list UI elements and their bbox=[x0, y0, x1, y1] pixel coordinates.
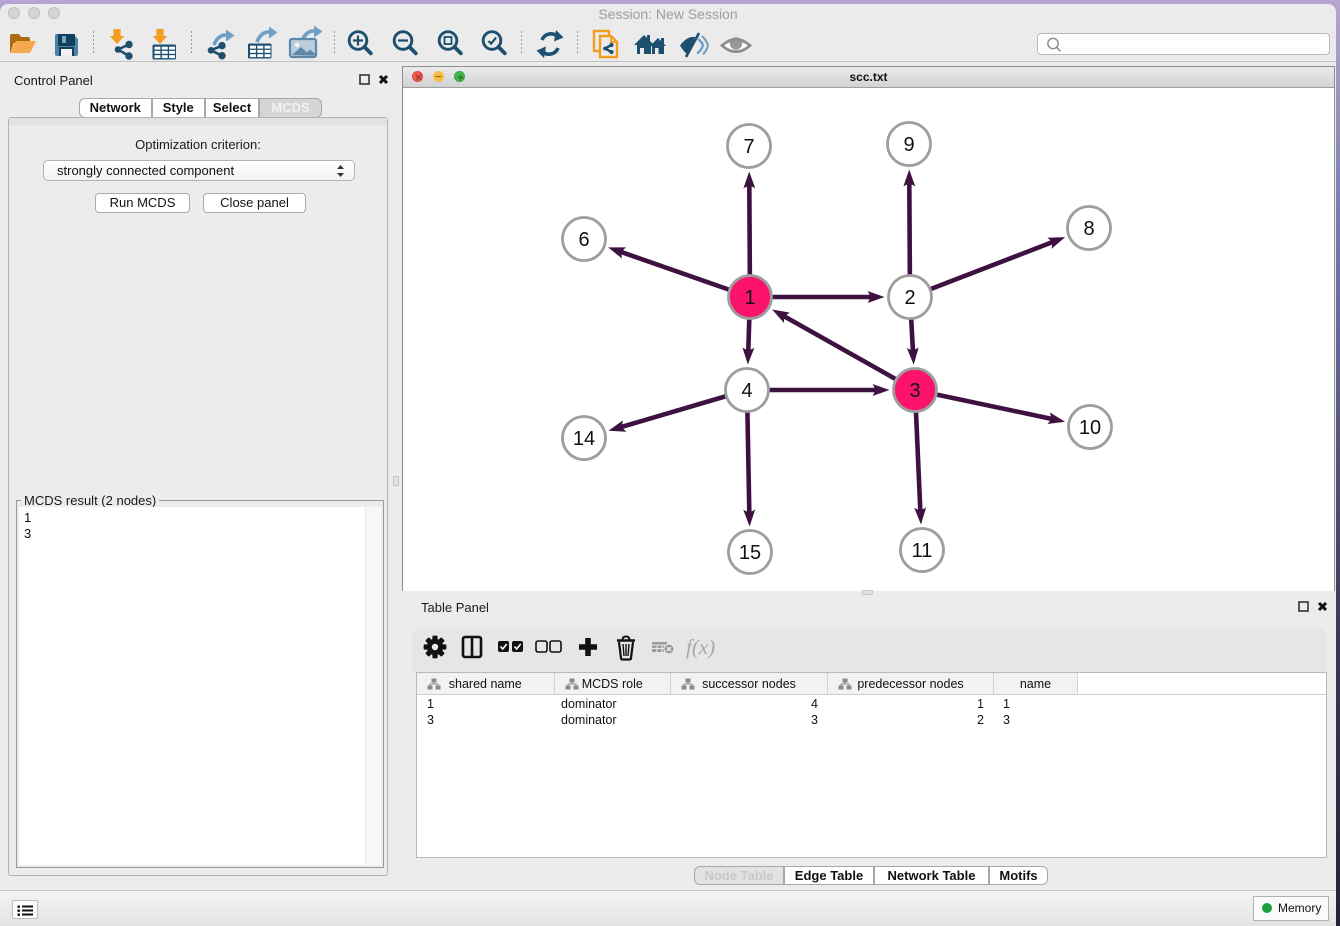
svg-text:10: 10 bbox=[1079, 417, 1101, 439]
svg-text:6: 6 bbox=[578, 229, 589, 251]
svg-text:1: 1 bbox=[744, 287, 755, 309]
svg-text:14: 14 bbox=[573, 428, 595, 450]
svg-text:7: 7 bbox=[743, 136, 754, 158]
svg-text:f(x): f(x) bbox=[686, 635, 715, 659]
svg-text:8: 8 bbox=[1083, 218, 1094, 240]
svg-text:9: 9 bbox=[903, 134, 914, 156]
svg-text:4: 4 bbox=[741, 380, 752, 402]
svg-text:3: 3 bbox=[909, 380, 920, 402]
svg-text:11: 11 bbox=[912, 540, 933, 562]
svg-text:15: 15 bbox=[739, 542, 761, 564]
svg-text:2: 2 bbox=[904, 287, 915, 309]
